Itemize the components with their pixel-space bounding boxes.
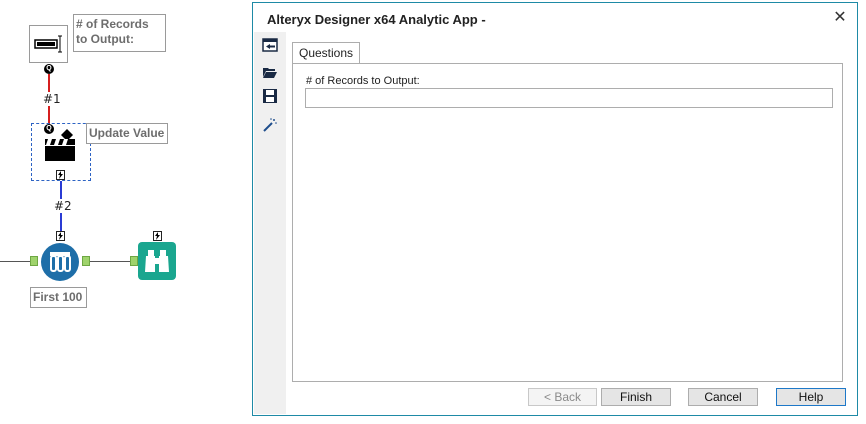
question-output-anchor[interactable]: Q [44,64,54,74]
left-toolbar [254,32,286,414]
input-data-wire[interactable] [0,261,30,262]
help-button[interactable]: Help [776,388,846,406]
magic-wand-icon[interactable] [262,117,278,133]
records-to-output-label: # of Records to Output: [306,75,420,87]
browse-input-anchor[interactable] [130,256,138,266]
action-output-anchor[interactable] [56,170,65,180]
sample-action-anchor[interactable] [56,231,65,241]
action-tool-annotation: Update Value [86,123,168,144]
numeric-up-down-annotation: # of Records to Output: [73,14,166,52]
connection-label-2: #2 [53,199,73,213]
back-button[interactable]: < Back [528,388,597,406]
cancel-button[interactable]: Cancel [688,388,758,406]
save-icon[interactable] [262,88,278,104]
numeric-up-down-tool[interactable] [29,25,68,63]
binoculars-icon [145,250,169,272]
open-folder-icon[interactable] [262,64,278,80]
finish-button[interactable]: Finish [601,388,671,406]
records-to-output-input[interactable] [305,88,833,108]
tab-questions[interactable]: Questions [292,42,360,64]
browse-tool[interactable] [138,242,176,280]
workflow-canvas[interactable]: # of Records to Output: Q #1 Q Update Va… [0,0,250,424]
sample-tool[interactable] [41,243,79,281]
sample-to-browse-wire[interactable] [90,261,132,262]
sample-input-anchor[interactable] [30,256,38,266]
sample-icon [50,252,71,272]
close-icon[interactable]: ✕ [832,10,848,26]
dialog-body: Questions # of Records to Output: < Back… [254,32,856,414]
numeric-up-down-icon [34,35,62,53]
connection-label-1: #1 [42,92,62,106]
analytic-app-dialog: Alteryx Designer x64 Analytic App - ✕ Qu… [252,2,858,416]
browse-action-anchor[interactable] [153,231,162,241]
sample-tool-annotation: First 100 [30,287,87,308]
clapperboard-icon [45,129,75,161]
dialog-title: Alteryx Designer x64 Analytic App - [267,12,486,27]
questions-panel: # of Records to Output: [292,63,843,382]
sample-output-anchor[interactable] [82,256,90,266]
back-to-designer-icon[interactable] [262,37,278,53]
